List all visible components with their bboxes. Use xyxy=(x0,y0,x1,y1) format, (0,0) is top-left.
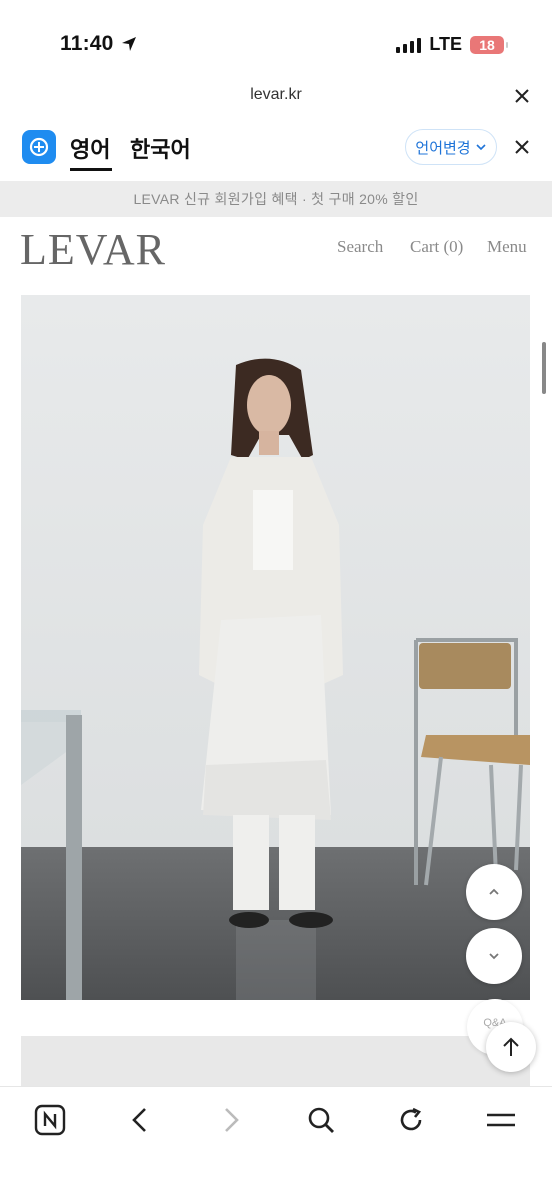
tab-korean[interactable]: 한국어 xyxy=(130,132,191,164)
close-icon xyxy=(515,89,529,103)
chevron-down-icon xyxy=(489,953,499,960)
chevron-down-icon xyxy=(476,144,486,151)
menu-icon xyxy=(487,1113,515,1127)
scroll-up-button[interactable] xyxy=(466,864,522,920)
network-label: LTE xyxy=(429,34,462,54)
arrow-up-icon xyxy=(503,1037,519,1056)
site-logo[interactable]: LEVAR xyxy=(20,224,166,275)
nav-menu[interactable]: Menu xyxy=(487,237,527,257)
close-icon xyxy=(515,140,529,154)
signal-icon xyxy=(396,37,422,53)
scrollbar-thumb[interactable] xyxy=(542,342,546,394)
close-page-button[interactable] xyxy=(514,84,530,110)
translate-logo-glyph xyxy=(29,137,49,157)
promo-banner[interactable]: LEVAR 신규 회원가입 혜택 · 첫 구매 20% 할인 xyxy=(0,181,552,217)
menu-button[interactable] xyxy=(479,1100,523,1140)
reload-button[interactable] xyxy=(389,1100,433,1140)
translate-app-icon[interactable] xyxy=(22,130,56,164)
url-host[interactable]: levar.kr xyxy=(0,86,552,104)
search-button[interactable] xyxy=(299,1100,343,1140)
naver-n-icon xyxy=(34,1104,66,1136)
status-time-text: 11:40 xyxy=(60,32,114,55)
status-indicators: LTE 18 xyxy=(396,34,508,55)
reload-icon xyxy=(400,1107,422,1131)
battery-icon: 18 xyxy=(470,35,508,54)
nav-search[interactable]: Search xyxy=(337,237,383,257)
product-photo xyxy=(21,295,530,1000)
tab-english-underline xyxy=(70,168,112,171)
battery-level: 18 xyxy=(479,36,495,53)
close-translate-button[interactable] xyxy=(514,134,530,162)
tab-english[interactable]: 영어 xyxy=(70,132,110,164)
change-language-label: 언어변경 xyxy=(415,139,471,157)
status-time: 11:40 xyxy=(60,32,138,56)
forward-button[interactable] xyxy=(209,1100,253,1140)
home-button[interactable] xyxy=(28,1100,72,1140)
chevron-left-icon xyxy=(132,1108,146,1132)
nav-cart[interactable]: Cart (0) xyxy=(410,237,463,257)
location-arrow-icon xyxy=(121,37,136,51)
back-to-top-button[interactable] xyxy=(486,1022,536,1072)
scroll-down-button[interactable] xyxy=(466,928,522,984)
browser-toolbar xyxy=(0,1086,552,1201)
back-button[interactable] xyxy=(118,1100,162,1140)
promo-banner-text: LEVAR 신규 회원가입 혜택 · 첫 구매 20% 할인 xyxy=(133,191,419,207)
change-language-button[interactable]: 언어변경 xyxy=(405,129,497,165)
product-hero-image[interactable] xyxy=(21,295,530,1000)
chevron-right-icon xyxy=(225,1108,239,1132)
chevron-up-icon xyxy=(489,888,499,895)
search-icon xyxy=(308,1107,334,1133)
product-image-2[interactable] xyxy=(21,1036,530,1088)
